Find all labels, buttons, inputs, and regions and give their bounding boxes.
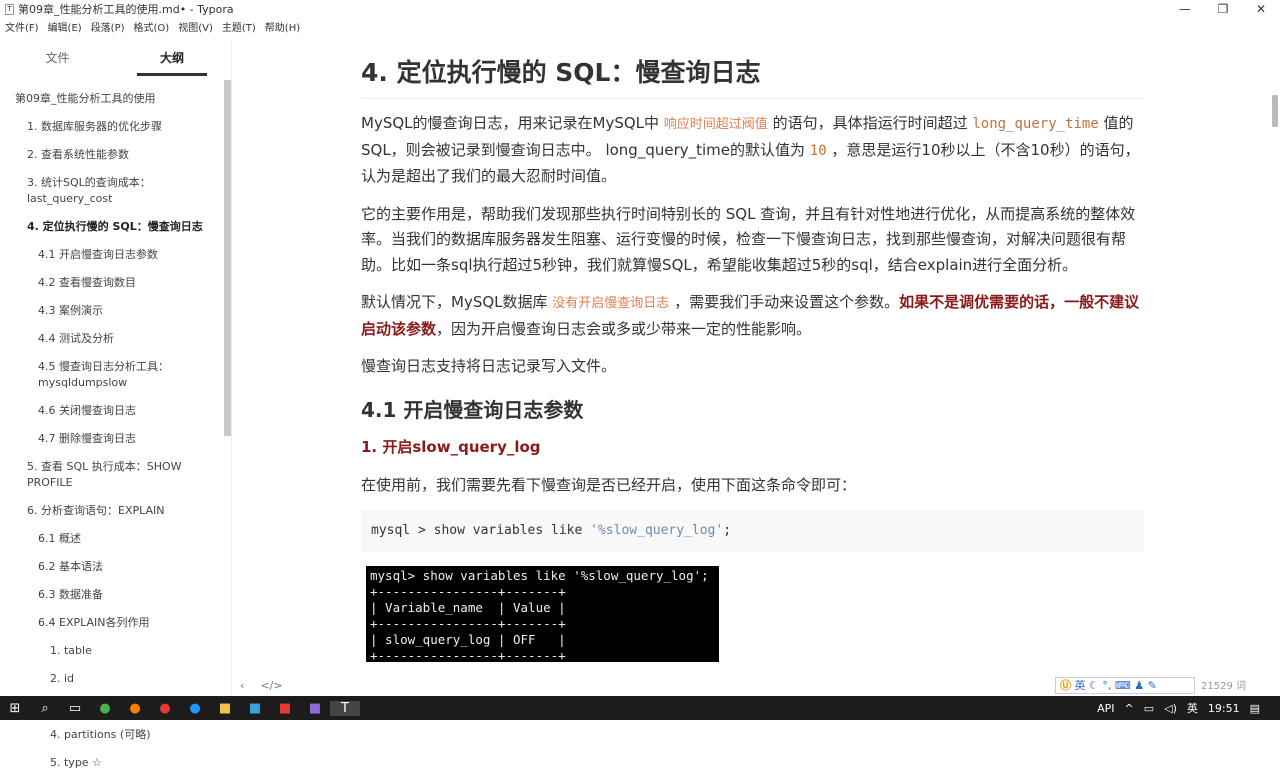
outline-item[interactable]: 4.6 关闭慢查询日志: [0, 397, 225, 425]
chrome-icon[interactable]: ●: [150, 701, 180, 716]
outline-item[interactable]: 1. table: [0, 637, 225, 665]
menu-help[interactable]: 帮助(H): [265, 19, 300, 38]
menu-edit[interactable]: 编辑(E): [48, 19, 82, 38]
inline-code: long_query_time: [972, 116, 1099, 132]
folder-icon[interactable]: ■: [210, 701, 240, 716]
ime-toolbar[interactable]: Ⓤ 英 ☾ °, ⌨ ♟ ✎: [1055, 677, 1195, 694]
network-icon[interactable]: ▭: [1144, 702, 1154, 715]
api-label[interactable]: API: [1097, 702, 1114, 715]
ime-language[interactable]: 英: [1187, 700, 1198, 716]
editor-content[interactable]: 4. 定位执行慢的 SQL：慢查询日志 MySQL的慢查询日志，用来记录在MyS…: [361, 58, 1144, 662]
word-count[interactable]: 21529 词: [1201, 677, 1246, 692]
outline-item[interactable]: 4.1 开启慢查询日志参数: [0, 241, 225, 269]
menu-paragraph[interactable]: 段落(P): [91, 19, 125, 38]
typora-icon: T: [5, 4, 14, 15]
outline-item[interactable]: 6. 分析查询语句：EXPLAIN: [0, 497, 225, 525]
outline-item[interactable]: 6.3 数据准备: [0, 581, 225, 609]
menu-format[interactable]: 格式(O): [134, 19, 170, 38]
volume-icon[interactable]: ◁): [1164, 702, 1177, 715]
highlight: 没有开启慢查询日志: [552, 296, 670, 311]
outline-item[interactable]: 6.2 基本语法: [0, 553, 225, 581]
outline-list: 第09章_性能分析工具的使用 1. 数据库服务器的优化步骤 2. 查看系统性能参数 3…: [0, 85, 225, 777]
outline-item[interactable]: 4.2 查看慢查询数目: [0, 269, 225, 297]
heading-2: 4.1 开启慢查询日志参数: [361, 397, 584, 422]
terminal-screenshot: mysql> show variables like '%slow_query_…: [366, 565, 719, 662]
outline-item[interactable]: 4.3 案例演示: [0, 297, 225, 325]
outline-item[interactable]: 4. partitions (可略): [0, 721, 225, 749]
sidebar: 文件 大纲 第09章_性能分析工具的使用 1. 数据库服务器的优化步骤 2. 查看系…: [0, 40, 283, 769]
task-view-icon[interactable]: ▭: [60, 701, 90, 716]
outline-item[interactable]: 2. 查看系统性能参数: [0, 141, 225, 169]
code-block[interactable]: mysql > show variables like '%slow_query…: [361, 510, 1144, 552]
app-icon[interactable]: ■: [270, 701, 300, 716]
heading-3: 1. 开启slow_query_log: [361, 438, 541, 456]
clock[interactable]: 19:51: [1208, 702, 1240, 715]
title-bar: T 第09章_性能分析工具的使用.md• - Typora — ❐ ✕: [0, 0, 1280, 19]
source-code-icon[interactable]: </>: [260, 679, 282, 692]
taskbar: ⊞ ⌕ ▭ ● ● ● ● ■ ■ ■ ■ T API ^ ▭ ◁) 英 19:…: [0, 696, 1280, 720]
menu-bar: 文件(F) 编辑(E) 段落(P) 格式(O) 视图(V) 主题(T) 帮助(H…: [0, 19, 309, 38]
chrome-icon[interactable]: ●: [90, 701, 120, 716]
outline-item[interactable]: 4. 定位执行慢的 SQL：慢查询日志: [0, 213, 225, 241]
inline-code: 10: [809, 142, 827, 159]
minimize-button[interactable]: —: [1166, 0, 1204, 19]
outline-item[interactable]: 6.1 概述: [0, 525, 225, 553]
app-icon[interactable]: ■: [240, 701, 270, 716]
back-icon[interactable]: ‹: [240, 679, 244, 692]
typora-icon[interactable]: T: [330, 700, 360, 716]
window-title: 第09章_性能分析工具的使用.md• - Typora: [18, 3, 234, 16]
outline-item[interactable]: 2. id: [0, 665, 225, 693]
chevron-up-icon[interactable]: ^: [1125, 702, 1134, 715]
menu-theme[interactable]: 主题(T): [222, 19, 256, 38]
outline-item[interactable]: 5. type ☆: [0, 749, 225, 777]
close-button[interactable]: ✕: [1242, 0, 1280, 19]
firefox-icon[interactable]: ●: [120, 701, 150, 716]
sidebar-scrollbar[interactable]: [224, 80, 231, 436]
paragraph: 在使用前，我们需要先看下慢查询是否已经开启，使用下面这条命令即可：: [361, 475, 857, 494]
paragraph: MySQL的慢查询日志，用来记录在MySQL中 响应时间超过阀值 的语句，具体指…: [361, 114, 1140, 185]
editor-scrollbar[interactable]: [1272, 95, 1278, 127]
search-icon[interactable]: ⌕: [30, 701, 60, 716]
start-icon[interactable]: ⊞: [0, 701, 30, 716]
notification-icon[interactable]: ▤: [1250, 702, 1260, 715]
tab-outline[interactable]: 大纲: [137, 40, 207, 76]
outline-item[interactable]: 1. 数据库服务器的优化步骤: [0, 113, 225, 141]
outline-item[interactable]: 6.4 EXPLAIN各列作用: [0, 609, 225, 637]
paragraph: 它的主要作用是，帮助我们发现那些执行时间特别长的 SQL 查询，并且有针对性地进…: [361, 204, 1136, 274]
menu-file[interactable]: 文件(F): [5, 19, 39, 38]
outline-item[interactable]: 第09章_性能分析工具的使用: [0, 85, 225, 113]
visual-studio-icon[interactable]: ■: [300, 701, 330, 716]
outline-item[interactable]: 4.5 慢查询日志分析工具：mysqldumpslow: [0, 353, 225, 397]
heading-1: 4. 定位执行慢的 SQL：慢查询日志: [361, 58, 1144, 99]
outline-item[interactable]: 4.7 删除慢查询日志: [0, 425, 225, 453]
paragraph: 默认情况下，MySQL数据库 没有开启慢查询日志 ，需要我们手动来设置这个参数。…: [361, 293, 1140, 338]
highlight: 响应时间超过阀值: [663, 117, 768, 132]
maximize-button[interactable]: ❐: [1204, 0, 1242, 19]
paragraph: 慢查询日志支持将日志记录写入文件。: [361, 357, 617, 375]
tab-files[interactable]: 文件: [0, 40, 115, 76]
outline-item[interactable]: 3. 统计SQL的查询成本：last_query_cost: [0, 169, 225, 213]
outline-item[interactable]: 4.4 测试及分析: [0, 325, 225, 353]
edge-icon[interactable]: ●: [180, 701, 210, 716]
menu-view[interactable]: 视图(V): [178, 19, 213, 38]
outline-item[interactable]: 5. 查看 SQL 执行成本：SHOW PROFILE: [0, 453, 225, 497]
